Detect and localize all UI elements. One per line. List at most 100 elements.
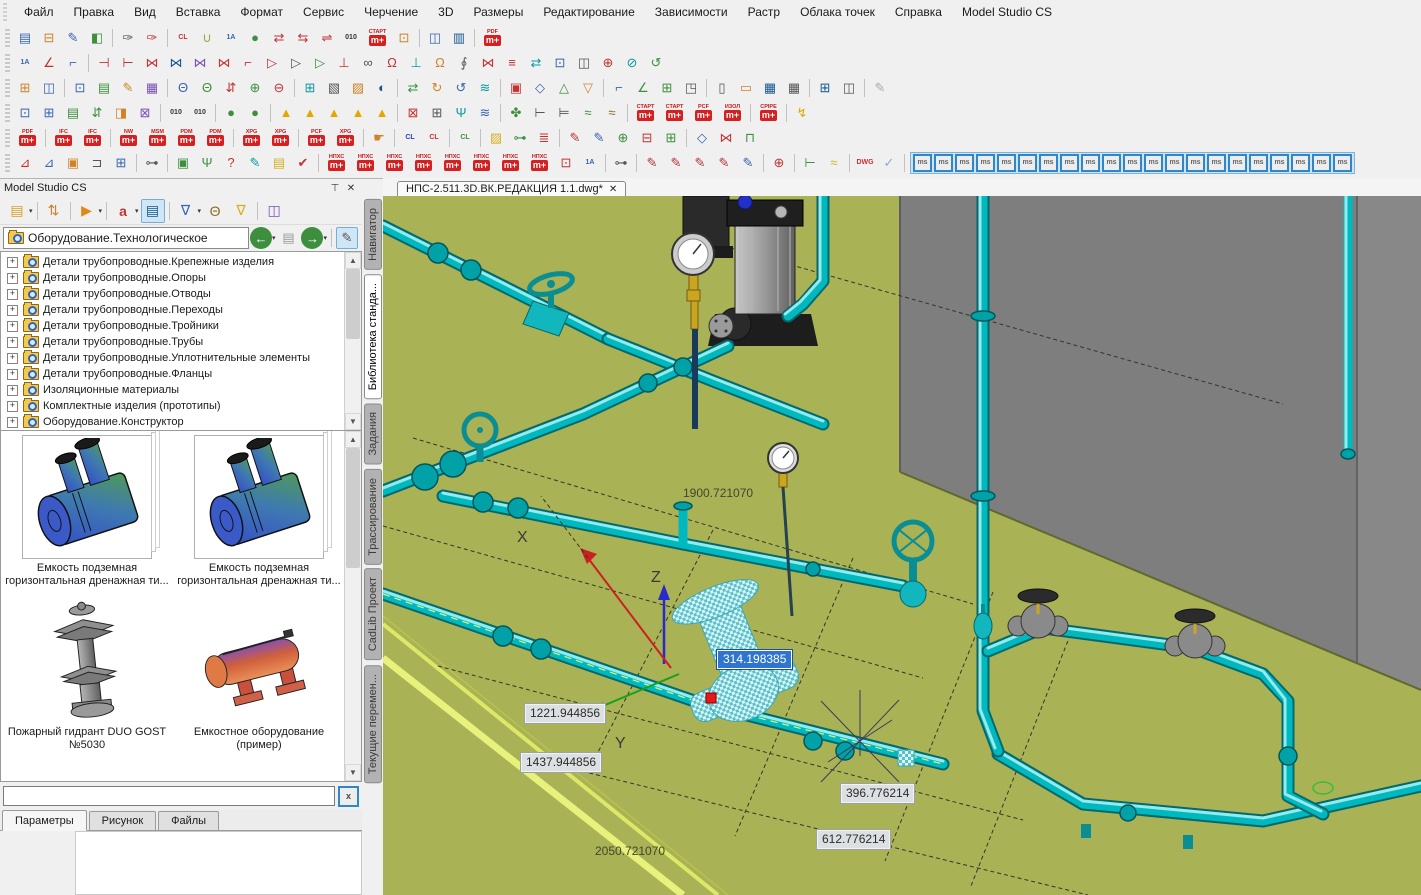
toolbar-icon[interactable]: ⊞ (814, 77, 836, 99)
toolbar-icon[interactable]: ⊓ (739, 127, 761, 149)
toolbar-icon[interactable]: ↺ (645, 52, 667, 74)
export-msm-icon[interactable]: MSMm+ (144, 127, 171, 149)
toolbar-icon[interactable]: ⊡ (69, 77, 91, 99)
ms-icon[interactable]: ms (1291, 154, 1310, 172)
toolbar-icon[interactable]: ⊟ (636, 127, 658, 149)
toolbar-icon[interactable]: ⊢ (799, 152, 821, 174)
toolbar-icon[interactable]: ▦ (783, 77, 805, 99)
toolbar-icon[interactable]: ⊡ (549, 52, 571, 74)
toolbar-icon[interactable]: ⌐ (608, 77, 630, 99)
menu-item-10[interactable]: Зависимости (645, 1, 738, 23)
ms-icon[interactable]: ms (1081, 154, 1100, 172)
export-старт-icon[interactable]: СТАРТm+ (632, 102, 659, 124)
export-xpg-icon[interactable]: XPGm+ (267, 127, 294, 149)
toolbar-icon[interactable]: ≋ (474, 102, 496, 124)
export-изол-icon[interactable]: ИЗОЛm+ (719, 102, 746, 124)
tree-scrollbar[interactable]: ▲ ▼ (344, 252, 361, 430)
toolbar-icon[interactable]: 010 (340, 27, 362, 49)
toolbar-icon[interactable]: Θ (203, 199, 227, 223)
tree-item-8[interactable]: +Изоляционные материалы (1, 382, 345, 398)
export-nw-icon[interactable]: NWm+ (115, 127, 142, 149)
toolbar-icon[interactable]: ✤ (505, 102, 527, 124)
scroll-up-icon[interactable]: ▲ (345, 431, 361, 448)
toolbar-icon[interactable]: ▶ (75, 199, 99, 223)
toolbar-icon[interactable]: → (301, 227, 323, 249)
dropdown-arrow-icon[interactable]: ▾ (323, 234, 327, 242)
ms-icon[interactable]: ms (955, 154, 974, 172)
ms-icon[interactable]: ms (1060, 154, 1079, 172)
toolbar-icon[interactable]: ☛ (368, 127, 390, 149)
toolbar-icon[interactable]: ▤ (14, 27, 36, 49)
toolbar-icon[interactable]: 1A (14, 52, 36, 74)
thumbnail-card[interactable] (194, 599, 324, 723)
toolbar-icon[interactable]: ▤ (268, 152, 290, 174)
toolbar-icon[interactable]: ⊶ (509, 127, 531, 149)
toolbar-icon[interactable]: ▦ (141, 77, 163, 99)
scroll-up-icon[interactable]: ▲ (345, 252, 361, 269)
toolbar-icon[interactable]: ▲ (347, 102, 369, 124)
toolbar-icon[interactable]: ⌐ (237, 52, 259, 74)
toolbar-icon[interactable]: ◫ (424, 27, 446, 49)
toolbar-icon[interactable]: ≈ (601, 102, 623, 124)
toolbar-icon[interactable]: CL (454, 127, 476, 149)
toolbar-icon[interactable]: ⊶ (610, 152, 632, 174)
toolbar-icon[interactable]: ✎ (244, 152, 266, 174)
toolbar-icon[interactable]: 1A (579, 152, 601, 174)
toolbar-icon[interactable]: ∇ (174, 199, 198, 223)
toolbar-icon[interactable]: ▨ (347, 77, 369, 99)
toolbar-icon[interactable]: ✎ (117, 77, 139, 99)
menu-item-5[interactable]: Сервис (293, 1, 354, 23)
close-document-icon[interactable]: ✕ (609, 184, 617, 195)
expand-icon[interactable]: + (7, 321, 18, 332)
export-нпхс-icon[interactable]: НПХСm+ (381, 152, 408, 174)
tab-Параметры[interactable]: Параметры (2, 810, 87, 831)
toolbar-icon[interactable]: ⋈ (141, 52, 163, 74)
toolbar-icon[interactable]: ✎ (641, 152, 663, 174)
side-tab-4[interactable]: CadLib Проект (364, 568, 382, 660)
export-нпхс-icon[interactable]: НПХСm+ (497, 152, 524, 174)
toolbar-icon[interactable]: ⇄ (268, 27, 290, 49)
toolbar-icon[interactable]: 010 (165, 102, 187, 124)
toolbar-icon[interactable]: ● (244, 102, 266, 124)
toolbar-icon[interactable]: ⊠ (134, 102, 156, 124)
export-pcf-icon[interactable]: PCFm+ (690, 102, 717, 124)
toolbar-icon[interactable]: ← (250, 227, 272, 249)
toolbar-icon[interactable]: ⌐ (62, 52, 84, 74)
toolbar-icon[interactable]: ✎ (564, 127, 586, 149)
menu-item-12[interactable]: Облака точек (790, 1, 885, 23)
menu-item-2[interactable]: Вид (124, 1, 166, 23)
menu-item-4[interactable]: Формат (230, 1, 293, 23)
export-нпхс-icon[interactable]: НПХСm+ (352, 152, 379, 174)
expand-icon[interactable]: + (7, 401, 18, 412)
tree-item-9[interactable]: +Комплектные изделия (прототипы) (1, 398, 345, 414)
toolbar-icon[interactable]: ▣ (505, 77, 527, 99)
dropdown-arrow-icon[interactable]: ▾ (198, 207, 202, 215)
toolbar-icon[interactable]: ● (220, 102, 242, 124)
filter-input[interactable] (3, 786, 335, 806)
toolbar-icon[interactable]: ✑ (141, 27, 163, 49)
dropdown-arrow-icon[interactable]: ▾ (272, 234, 276, 242)
close-icon[interactable]: ✕ (344, 181, 358, 195)
menu-item-1[interactable]: Правка (64, 1, 125, 23)
toolbar-icon[interactable]: ? (220, 152, 242, 174)
toolbar-icon[interactable]: CL (423, 127, 445, 149)
side-tab-5[interactable]: Текущие перемен... (364, 665, 382, 783)
clear-filter-button[interactable]: x (338, 786, 359, 807)
toolbar-icon[interactable]: ⇵ (86, 102, 108, 124)
side-tab-3[interactable]: Трассирование (364, 469, 382, 565)
toolbar-icon[interactable]: ◇ (691, 127, 713, 149)
toolbar-icon[interactable]: ⋈ (477, 52, 499, 74)
toolbar-icon[interactable]: ▤ (141, 199, 165, 223)
scrollbar-thumb[interactable] (346, 269, 360, 339)
export-нпхс-icon[interactable]: НПХСm+ (410, 152, 437, 174)
toolbar-icon[interactable]: ▲ (371, 102, 393, 124)
toolbar-icon[interactable]: ⊟ (38, 27, 60, 49)
toolbar-icon[interactable]: ⊢ (529, 102, 551, 124)
toolbar-icon[interactable]: ▲ (275, 102, 297, 124)
toolbar-icon[interactable]: △ (553, 77, 575, 99)
toolbar-icon[interactable]: ⊡ (555, 152, 577, 174)
menu-item-14[interactable]: Model Studio CS (952, 1, 1062, 23)
viewport-3d-scene[interactable]: Z X Y (383, 196, 1421, 895)
toolbar-icon[interactable]: DWG (854, 152, 876, 174)
toolbar-icon[interactable]: ● (244, 27, 266, 49)
